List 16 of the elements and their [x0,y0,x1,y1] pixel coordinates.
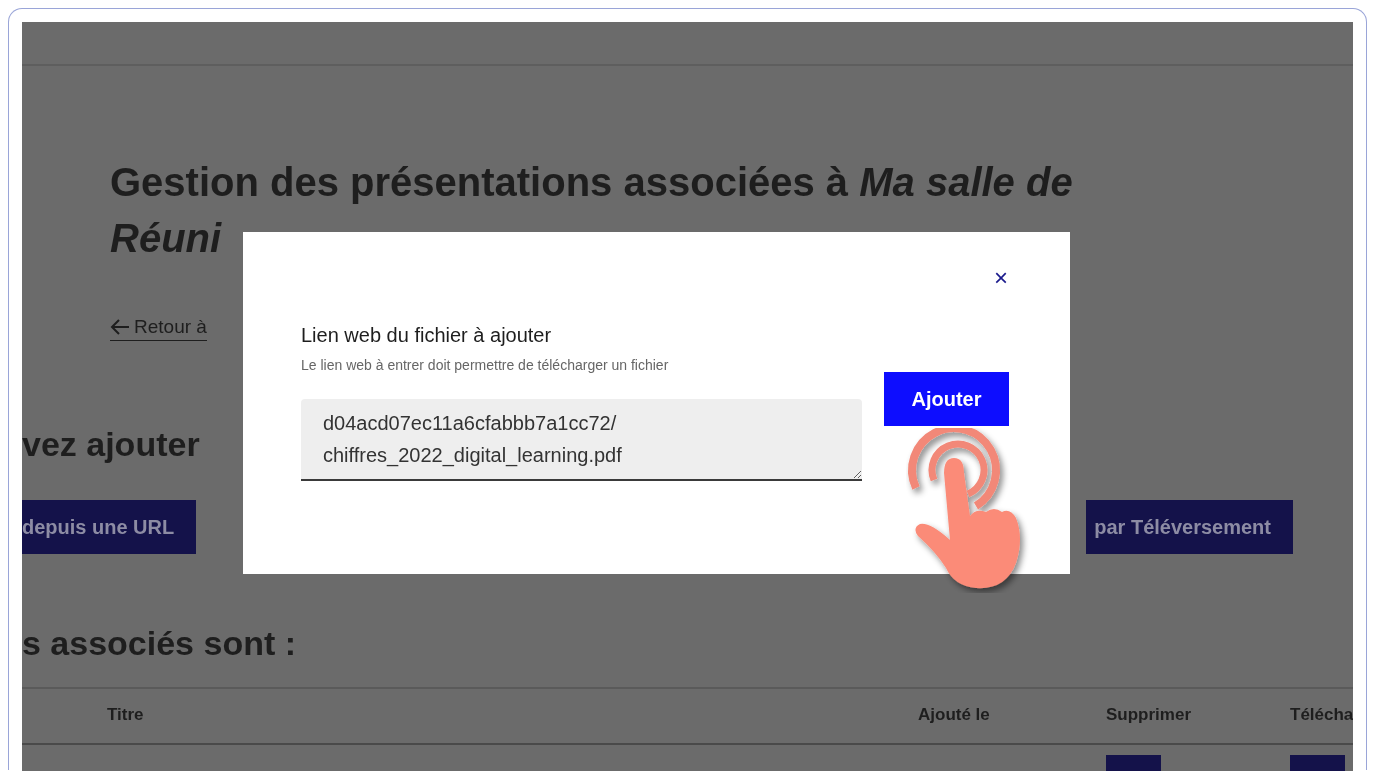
column-header: Télécha [1290,705,1353,725]
add-button[interactable]: depuis une URL [22,500,197,554]
section-heading: s associés sont : [22,624,296,663]
close-button[interactable]: × [990,266,1012,290]
back-link-text: Retour à [134,316,207,338]
field-hint: Le lien web à entrer doit permettre de télécharger un fichier [301,357,670,373]
column-header: Titre [107,705,144,725]
submit-button[interactable]: Ajouter [884,372,1009,426]
column-header: Ajouté le [918,705,990,725]
section-heading: vez ajouter [22,425,200,464]
url-input-field[interactable]: d04acd07ec11a6cfabbb7a1cc72/ chiffres_2022_digital_learning.pdf [301,399,862,481]
field-label: Lien web du fichier à ajouter [301,324,553,347]
column-header: Supprimer [1106,705,1192,725]
page-title: Gestion des présentations associées à Ma salle de Réuni [110,159,1074,262]
add-button[interactable]: par Téléversement [1086,500,1293,554]
arrow-left-icon [110,318,130,336]
